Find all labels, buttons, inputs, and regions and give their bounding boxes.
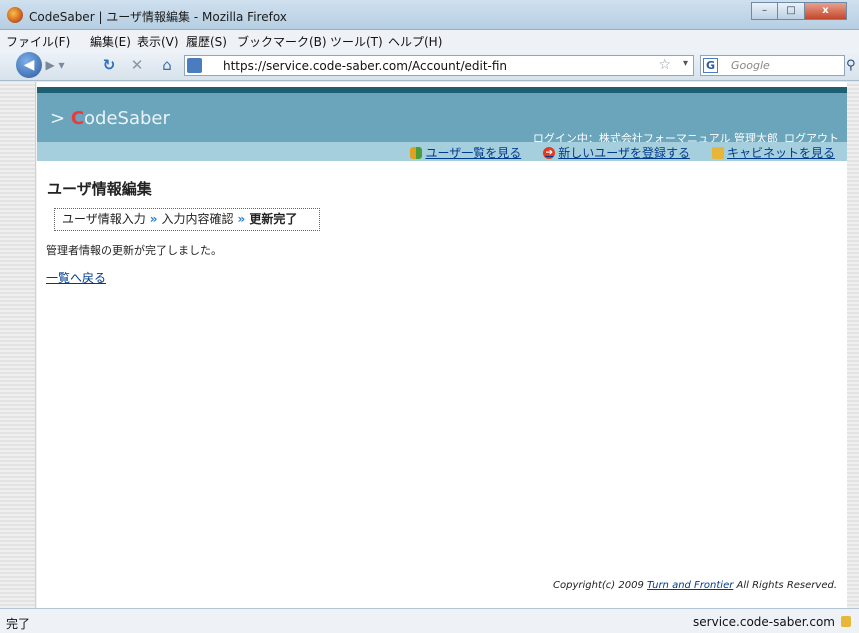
right-gutter [847,82,859,608]
status-text: 完了 [6,617,31,631]
user-list-link[interactable]: ユーザ一覧を見る [410,144,521,161]
step-input: ユーザ情報入力 [62,212,146,226]
maximize-button[interactable]: □ [778,2,805,20]
window-controls: – □ x [751,2,847,20]
minimize-button[interactable]: – [751,2,778,20]
cabinet-link[interactable]: キャビネットを見る [711,144,835,161]
menu-file[interactable]: ファイル(F) [6,33,70,50]
step-arrow-icon: » [237,212,246,226]
menubar: ファイル(F) 編集(E) 表示(V) 履歴(S) ブックマーク(B) ツール(… [0,30,859,50]
window-titlebar: CodeSaber | ユーザ情報編集 - Mozilla Firefox – … [0,0,859,30]
home-icon[interactable]: ⌂ [156,54,178,76]
logo-c: C [70,108,85,129]
menu-help[interactable]: ヘルプ(H) [388,33,442,50]
browser-viewport: > CodeSaber ログイン中：株式会社フォーマニュアル 管理太郎 ログアウト… [0,82,859,608]
user-list-link-label[interactable]: ユーザ一覧を見る [425,144,521,161]
bookmark-star-icon[interactable]: ☆ [658,57,671,73]
folder-icon [711,146,724,159]
stop-icon[interactable]: ✕ [126,54,148,76]
search-magnifier-icon[interactable]: ⚲ [846,58,856,73]
back-icon[interactable]: ◀ [16,52,42,78]
status-domain: service.code-saber.com [693,615,835,629]
search-engine-icon[interactable]: G [703,58,718,73]
forward-icon[interactable]: ▶ ▾ [44,54,66,76]
lock-icon[interactable] [841,616,851,627]
menu-history[interactable]: 履歴(S) [186,33,227,50]
completion-message: 管理者情報の更新が完了しました。 [46,244,222,257]
menu-edit[interactable]: 編集(E) [90,33,131,50]
copyright: Copyright(c) 2009 Turn and Frontier All … [553,580,837,591]
menu-view[interactable]: 表示(V) [137,33,179,50]
site-subheader: ユーザ一覧を見る ➔ 新しいユーザを登録する キャビネットを見る [37,142,847,161]
header-links: ユーザ一覧を見る ➔ 新しいユーザを登録する キャビネットを見る [410,144,835,161]
register-user-link-label[interactable]: 新しいユーザを登録する [558,144,690,161]
search-input[interactable]: G Google [700,55,845,76]
menu-bookmarks[interactable]: ブックマーク(B) [237,33,327,50]
window-title: CodeSaber | ユーザ情報編集 - Mozilla Firefox [29,10,287,24]
back-to-list-link[interactable]: 一覧へ戻る [46,269,106,286]
logo-rest: odeSaber [84,108,170,129]
firefox-icon [7,7,23,23]
breadcrumb-steps: ユーザ情報入力» 入力内容確認» 更新完了 [54,208,320,231]
copyright-suffix: All Rights Reserved. [733,580,837,591]
cabinet-link-label[interactable]: キャビネットを見る [727,144,835,161]
url-bar[interactable]: https://service.code-saber.com/Account/e… [184,55,694,76]
site-header: > CodeSaber ログイン中：株式会社フォーマニュアル 管理太郎 ログアウト [37,93,847,145]
step-complete: 更新完了 [249,212,298,226]
page-content: > CodeSaber ログイン中：株式会社フォーマニュアル 管理太郎 ログアウト… [37,82,847,608]
logo-prefix: > [50,108,71,129]
url-text[interactable]: https://service.code-saber.com/Account/e… [223,59,507,73]
status-bar: 完了 service.code-saber.com [0,608,859,633]
step-confirm: 入力内容確認 [161,212,234,226]
site-logo[interactable]: > CodeSaber [50,108,170,129]
reload-icon[interactable]: ↻ [98,54,120,76]
close-button[interactable]: x [805,2,847,20]
url-dropdown-icon[interactable]: ▾ [683,58,688,69]
step-arrow-icon: » [149,212,158,226]
add-icon: ➔ [543,146,556,159]
navigation-toolbar: ◀ ▶ ▾ ↻ ✕ ⌂ https://service.code-saber.c… [0,50,859,81]
copyright-link[interactable]: Turn and Frontier [647,580,733,591]
site-favicon-icon [187,58,202,73]
copyright-prefix: Copyright(c) 2009 [553,580,647,591]
left-gutter [0,82,36,608]
menu-tools[interactable]: ツール(T) [330,33,383,50]
register-user-link[interactable]: ➔ 新しいユーザを登録する [543,144,690,161]
users-icon [410,146,423,159]
page-title: ユーザ情報編集 [47,180,152,198]
search-placeholder: Google [731,59,770,72]
